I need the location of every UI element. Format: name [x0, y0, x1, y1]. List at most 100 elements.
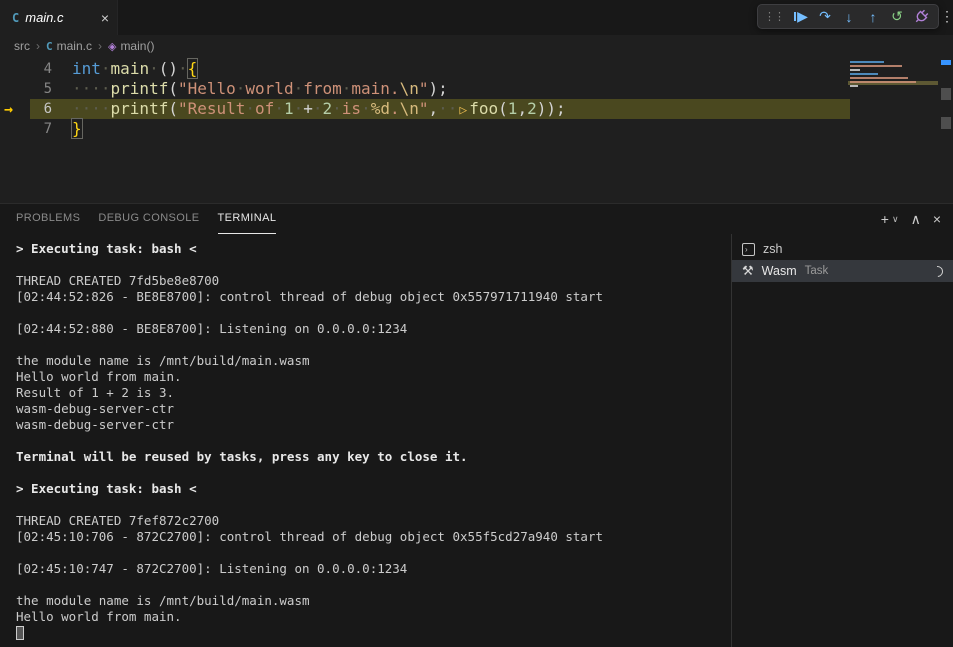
panel-tab-debug-console[interactable]: DEBUG CONSOLE [98, 204, 199, 234]
code-token: "Hello [178, 79, 236, 98]
code-token: " [419, 99, 429, 118]
debug-toolbar-buttons: ▶ ↷ ↓ ↑ ↺ [789, 6, 933, 28]
panel-tab-problems[interactable]: PROBLEMS [16, 204, 80, 234]
disconnect-button[interactable] [909, 6, 933, 28]
code-token: · [361, 99, 371, 118]
code-token: · [342, 79, 352, 98]
terminal-label: zsh [763, 242, 782, 256]
step-into-button[interactable]: ↓ [837, 6, 861, 28]
code-token: main. [351, 79, 399, 98]
c-file-icon: C [12, 11, 19, 25]
terminal-cursor [16, 626, 24, 640]
minimap-mark [850, 77, 908, 79]
ruler-mark [941, 117, 951, 129]
step-over-icon: ↷ [819, 8, 831, 25]
code-token: 2 [323, 99, 333, 118]
tab-main-c[interactable]: C main.c × [0, 0, 118, 35]
chevron-right-icon: › [98, 39, 102, 53]
code-token: ); [428, 79, 447, 98]
loading-spinner-icon [930, 263, 945, 278]
code-token: ···· [72, 79, 111, 98]
code-token: } [72, 119, 82, 138]
continue-bar-icon [794, 12, 796, 21]
code-token: main [111, 59, 150, 78]
code-token: ·· [438, 99, 457, 118]
terminal-line: [02:45:10:706 - 872C2700]: control threa… [16, 529, 731, 545]
gutter [0, 79, 30, 99]
step-out-button[interactable]: ↑ [861, 6, 885, 28]
code-token: of [255, 99, 274, 118]
code-token: world [245, 79, 293, 98]
code-line-6[interactable]: →6····printf("Result·of·1·+·2·is·%d.\n",… [0, 99, 850, 119]
debug-current-line-arrow-icon: → [4, 99, 13, 119]
terminal-viewport[interactable]: > Executing task: bash < THREAD CREATED … [0, 234, 731, 647]
editor-lines: 4int·main·()·{5····printf("Hello·world·f… [0, 59, 850, 139]
code-editor[interactable]: 4int·main·()·{5····printf("Hello·world·f… [0, 57, 953, 203]
maximize-panel-icon[interactable]: ∧ [911, 211, 921, 228]
more-actions-icon[interactable]: ⋮ [940, 8, 953, 25]
code-token: foo [469, 99, 498, 118]
terminal-line: [02:44:52:880 - BE8E8700]: Listening on … [16, 321, 731, 337]
breadcrumb-label: src [14, 39, 30, 53]
code-line-7[interactable]: 7} [0, 119, 850, 139]
terminal-line [16, 625, 731, 641]
breadcrumb-src[interactable]: src [14, 39, 30, 53]
terminal-line: wasm-debug-server-ctr [16, 401, 731, 417]
code-token: · [294, 79, 304, 98]
step-over-button[interactable]: ↷ [813, 6, 837, 28]
inline-run-icon: ▷ [457, 103, 469, 118]
debug-toolbar: ⋮⋮ ▶ ↷ ↓ ↑ ↺ [757, 4, 939, 29]
minimap-mark [850, 81, 916, 83]
code-line-5[interactable]: 5····printf("Hello·world·from·main.\n"); [0, 79, 850, 99]
terminal-list-item-wasm[interactable]: ⚒WasmTask [732, 260, 953, 282]
code-token: · [294, 99, 304, 118]
code-token: is [342, 99, 361, 118]
code-text: ····printf("Result·of·1·+·2·is·%d.\n",··… [52, 99, 850, 119]
terminal-line [16, 337, 731, 353]
restart-icon: ↺ [891, 8, 903, 25]
minimap-mark [850, 65, 902, 67]
tab-close-icon[interactable]: × [101, 10, 109, 26]
symbol-method-icon: ◈ [108, 40, 116, 53]
gutter: → [0, 99, 30, 119]
code-token: · [274, 99, 284, 118]
minimap-mark [850, 73, 878, 75]
terminal-task-suffix: Task [805, 265, 829, 277]
editor-tab-bar: C main.c × ⋮⋮ ▶ ↷ ↓ ↑ ↺ ⋮ [0, 0, 953, 35]
breadcrumb-main-c[interactable]: C main.c [46, 39, 92, 53]
code-text: int·main·()·{ [52, 59, 850, 79]
terminal-label: Wasm [762, 264, 797, 278]
panel-tab-terminal[interactable]: TERMINAL [218, 204, 277, 234]
minimap[interactable] [848, 59, 938, 159]
minimap-mark [850, 61, 884, 63]
continue-button[interactable]: ▶ [789, 6, 813, 28]
terminal-line: Terminal will be reused by tasks, press … [16, 449, 731, 465]
panel-actions: + ∨ ∧ × [881, 211, 941, 228]
panel-tabs: PROBLEMS DEBUG CONSOLE TERMINAL [16, 204, 294, 234]
terminal-line: Hello world from main. [16, 369, 731, 385]
close-panel-icon[interactable]: × [933, 211, 941, 227]
code-line-4[interactable]: 4int·main·()·{ [0, 59, 850, 79]
code-token: · [313, 99, 323, 118]
terminal-tabs-sidebar: ›zsh⚒WasmTask [731, 234, 953, 647]
code-text: } [52, 119, 850, 139]
code-token: , [517, 99, 527, 118]
restart-button[interactable]: ↺ [885, 6, 909, 28]
breadcrumb-main-symbol[interactable]: ◈ main() [108, 39, 154, 53]
terminal-list-item-zsh[interactable]: ›zsh [732, 238, 953, 260]
code-token: . [390, 99, 400, 118]
terminal-profile-chevron-icon[interactable]: ∨ [892, 214, 899, 225]
code-token: )); [537, 99, 566, 118]
code-token: , [429, 99, 439, 118]
terminal-line [16, 465, 731, 481]
step-into-icon: ↓ [846, 9, 853, 25]
toolbar-drag-handle-icon[interactable]: ⋮⋮ [764, 10, 784, 23]
bottom-panel: PROBLEMS DEBUG CONSOLE TERMINAL + ∨ ∧ × > … [0, 203, 953, 647]
code-token: · [178, 59, 188, 78]
terminal-line [16, 545, 731, 561]
minimap-mark [850, 69, 860, 71]
code-token: ( [168, 79, 178, 98]
line-number: 6 [30, 99, 52, 119]
terminal-line: wasm-debug-server-ctr [16, 417, 731, 433]
new-terminal-icon[interactable]: + [881, 211, 889, 227]
